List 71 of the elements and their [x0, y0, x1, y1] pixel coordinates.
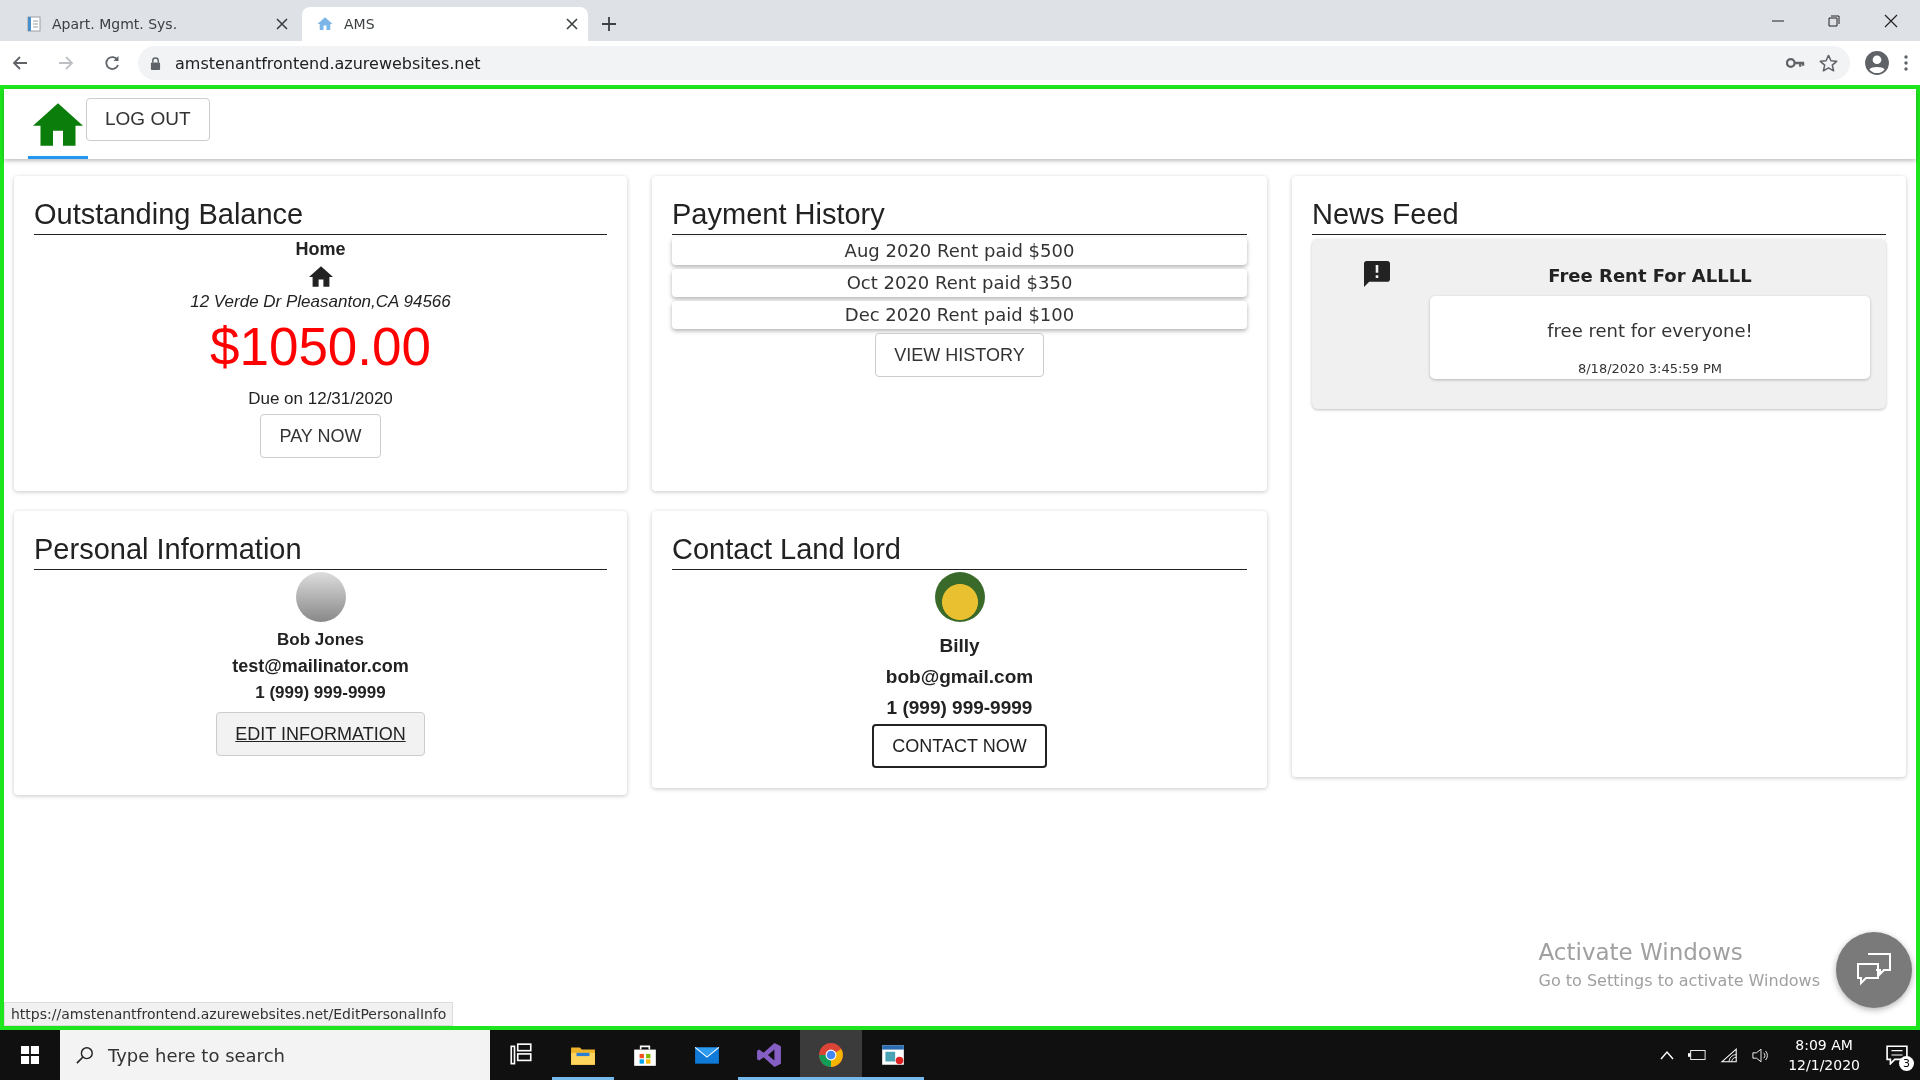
card-title: Contact Land lord	[672, 533, 1247, 570]
avatar-photo	[295, 572, 346, 622]
avatar-photo	[934, 572, 985, 622]
link-status-bubble: https://amstenantfrontend.azurewebsites.net/EditPersonalInfo	[4, 1002, 454, 1026]
logout-button[interactable]: LOG OUT	[86, 97, 210, 141]
help-chat-button[interactable]	[1836, 932, 1912, 1008]
news-message: free rent for everyone!	[1547, 320, 1753, 341]
house-icon	[316, 15, 334, 33]
search-icon	[76, 1046, 94, 1064]
notifications-icon[interactable]	[1886, 1045, 1908, 1065]
address-bar[interactable]: amstenantfrontend.azurewebsites.net	[138, 46, 1850, 80]
taskbar-search-field[interactable]: Type here to search	[60, 1030, 490, 1080]
reload-icon[interactable]	[104, 55, 120, 71]
card-title: Outstanding Balance	[34, 198, 607, 235]
card-title: Payment History	[672, 198, 1247, 235]
property-name: Home	[295, 239, 346, 260]
activation-title: Activate Windows	[1538, 939, 1744, 965]
restore-icon[interactable]	[1828, 14, 1840, 27]
chrome-icon	[818, 1042, 844, 1068]
tab-title: Apart. Mgmt. Sys.	[52, 16, 179, 32]
payment-row: Oct 2020 Rent paid $350	[672, 269, 1247, 297]
lock-icon	[150, 56, 161, 70]
close-icon[interactable]	[566, 18, 578, 30]
payment-row: Aug 2020 Rent paid $500	[672, 237, 1247, 265]
balance-amount: $1050.00	[209, 316, 432, 377]
volume-icon[interactable]	[1752, 1047, 1771, 1063]
news-timestamp: 8/18/2020 3:45:59 PM	[1576, 361, 1724, 376]
key-icon[interactable]	[1786, 57, 1805, 69]
chat-help-icon	[1854, 952, 1894, 988]
close-icon[interactable]	[276, 18, 288, 30]
news-title: Free Rent For ALLLL	[1548, 265, 1752, 286]
more-icon[interactable]	[1904, 55, 1908, 71]
windows-logo-icon	[21, 1046, 39, 1064]
notification-count-badge: 3	[1899, 1056, 1914, 1071]
browser-tab[interactable]: Apart. Mgmt. Sys.	[12, 7, 298, 41]
person-name: Bob Jones	[277, 630, 364, 650]
app-window-icon	[880, 1042, 906, 1068]
battery-icon[interactable]	[1688, 1049, 1707, 1061]
document-icon	[26, 16, 42, 32]
home-icon	[33, 102, 83, 146]
view-history-button[interactable]: VIEW HISTORY	[875, 333, 1044, 377]
browser-tab[interactable]: AMS	[302, 7, 588, 41]
due-date: Due on 12/31/2020	[248, 389, 393, 409]
edit-information-button[interactable]: EDIT INFORMATION	[216, 712, 425, 756]
person-name: Billy	[939, 635, 980, 657]
activation-message: Go to Settings to activate Windows	[1538, 971, 1820, 990]
profile-icon[interactable]	[1864, 50, 1890, 76]
pay-now-button[interactable]: PAY NOW	[260, 414, 381, 458]
payment-row: Dec 2020 Rent paid $100	[672, 301, 1247, 329]
visual-studio-icon	[756, 1042, 782, 1068]
person-email: bob@gmail.com	[885, 666, 1034, 688]
taskbar-app-button[interactable]	[800, 1030, 862, 1080]
back-icon[interactable]	[12, 55, 28, 71]
contact-now-button[interactable]: CONTACT NOW	[872, 724, 1047, 768]
clock-time: 8:09 AM	[1794, 1036, 1854, 1055]
card-title: Personal Information	[34, 533, 607, 570]
property-address: 12 Verde Dr Pleasanton,CA 94566	[190, 292, 451, 312]
new-tab-icon[interactable]	[602, 16, 616, 31]
person-phone: 1 (999) 999-9999	[886, 697, 1033, 719]
taskbar-clock[interactable]: 8:09 AM 12/1/2020	[1788, 1035, 1860, 1075]
close-icon[interactable]	[1884, 13, 1898, 28]
announcement-icon	[1364, 261, 1390, 287]
clock-date: 12/1/2020	[1788, 1056, 1860, 1075]
star-icon[interactable]	[1819, 53, 1838, 73]
wifi-icon[interactable]	[1720, 1047, 1739, 1063]
person-phone: 1 (999) 999-9999	[255, 683, 386, 703]
chevron-up-icon[interactable]	[1660, 1050, 1675, 1060]
card-title: News Feed	[1312, 198, 1886, 235]
tab-title: AMS	[344, 16, 376, 32]
house-icon	[308, 266, 333, 287]
person-email: test@mailinator.com	[232, 656, 409, 677]
